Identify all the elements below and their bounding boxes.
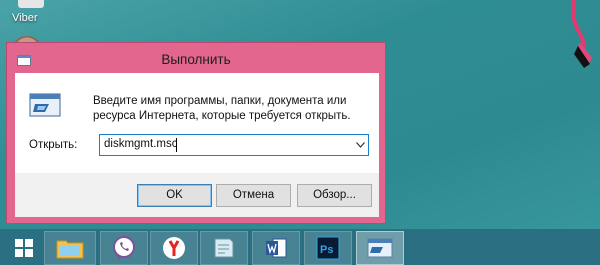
windows-logo-icon xyxy=(15,239,33,257)
taskbar-run[interactable] xyxy=(356,231,404,265)
run-taskbar-icon xyxy=(367,238,393,258)
desktop: Viber Выполнить Введите имя программы, п… xyxy=(0,0,600,265)
dialog-body: Введите имя программы, папки, документа … xyxy=(15,73,379,217)
taskbar: Ps xyxy=(0,229,600,265)
cancel-button[interactable]: Отмена xyxy=(216,184,291,207)
title-bar[interactable]: Выполнить xyxy=(7,43,385,77)
yandex-browser-icon xyxy=(163,237,185,259)
browse-button[interactable]: Обзор... xyxy=(297,184,372,207)
taskbar-word[interactable] xyxy=(252,231,300,265)
wallpaper-flamingo-icon xyxy=(571,0,592,68)
folder-icon xyxy=(56,240,84,259)
run-description: Введите имя программы, папки, документа … xyxy=(93,95,351,122)
viber-desktop-icon xyxy=(18,0,44,8)
start-button[interactable] xyxy=(0,231,48,265)
desktop-icon-viber[interactable]: Viber xyxy=(4,0,50,30)
viber-icon xyxy=(113,236,135,260)
open-input[interactable]: diskmgmt.msc xyxy=(104,138,177,150)
desktop-icon-label: Viber xyxy=(12,12,38,24)
taskbar-notepad[interactable] xyxy=(200,231,248,265)
taskbar-file-explorer[interactable] xyxy=(44,231,96,265)
taskbar-viber[interactable] xyxy=(100,231,148,265)
svg-text:Ps: Ps xyxy=(320,244,333,256)
open-label: Открыть: xyxy=(29,139,78,151)
taskbar-yandex-browser[interactable] xyxy=(150,231,198,265)
open-combobox[interactable]: diskmgmt.msc xyxy=(99,134,369,156)
text-caret xyxy=(176,138,177,152)
dialog-title: Выполнить xyxy=(161,52,231,67)
run-icon xyxy=(29,93,61,117)
run-dialog: Выполнить Введите имя программы, папки, … xyxy=(6,42,386,224)
taskbar-photoshop[interactable]: Ps xyxy=(304,231,352,265)
word-icon xyxy=(266,238,287,258)
ok-button[interactable]: OK xyxy=(137,184,212,207)
notepad-icon xyxy=(214,238,234,258)
photoshop-icon: Ps xyxy=(316,236,340,260)
chevron-down-icon[interactable] xyxy=(356,142,365,148)
